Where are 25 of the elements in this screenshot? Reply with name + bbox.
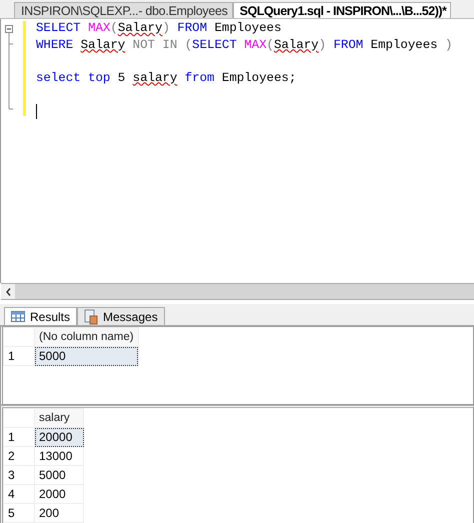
table-cell[interactable]: 5000 (34, 466, 84, 484)
table-cell[interactable]: 13000 (34, 446, 84, 466)
document-tab[interactable]: INSPIRON\SQLEXP...- dbo.Employees (14, 2, 233, 18)
row-number: 1 (4, 346, 34, 366)
document-tab[interactable]: SQLQuery1.sql - INSPIRON\...\B...52))* (232, 2, 452, 18)
row-number: 3 (4, 466, 34, 484)
row-number: 1 (4, 428, 34, 446)
result-tab[interactable]: Results (4, 307, 78, 325)
table-cell[interactable]: 200 (34, 504, 84, 522)
text-cursor (36, 104, 37, 118)
row-number: 4 (4, 484, 34, 504)
result-tab[interactable]: Messages (77, 307, 165, 325)
code-line: select top 5 salary from Employees; (36, 70, 298, 86)
row-number: 5 (4, 504, 34, 522)
code-line: WHERE Salary NOT IN (SELECT MAX(Salary) FROM Employees ) (36, 36, 452, 53)
grid-icon (11, 311, 25, 322)
column-header: salary (34, 408, 84, 428)
table-cell[interactable]: 5000 (34, 346, 138, 366)
horizontal-scrollbar[interactable] (1, 283, 474, 300)
code-line: SELECT MAX(Salary) FROM Employees (36, 20, 282, 36)
scroll-left-icon[interactable] (6, 288, 10, 296)
table-cell[interactable]: 20000 (34, 428, 84, 446)
table-cell[interactable]: 2000 (34, 484, 84, 504)
column-header: (No column name) (34, 328, 138, 346)
row-number: 2 (4, 446, 34, 466)
